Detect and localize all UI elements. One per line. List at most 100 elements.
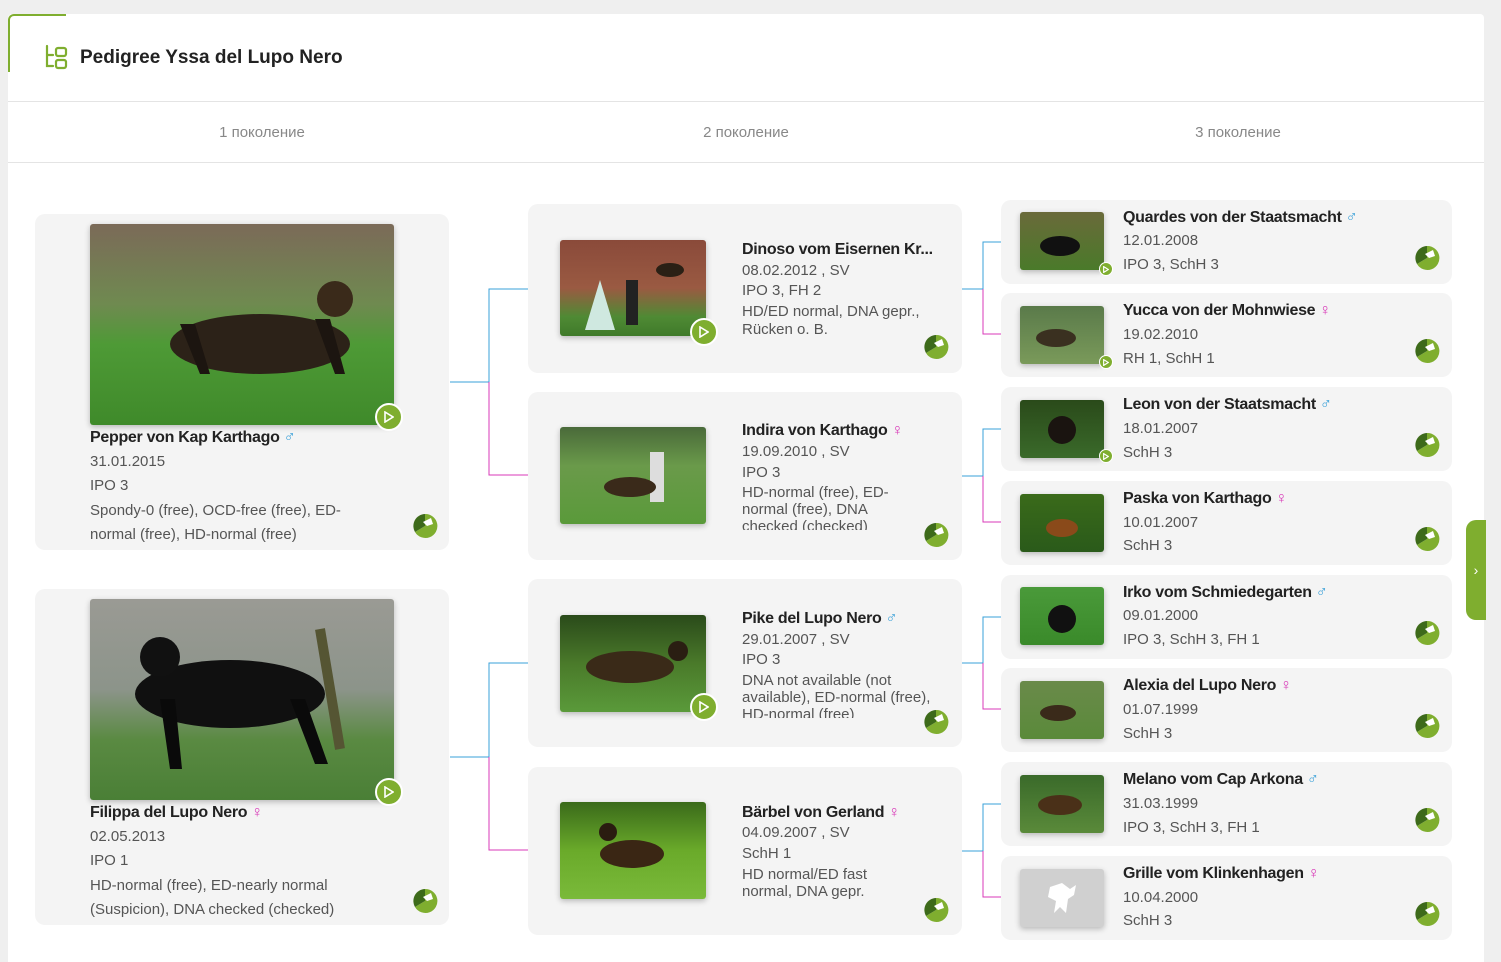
dog-health: Spondy-0 (free), OCD-free (free), ED-nor… [90, 502, 341, 543]
side-panel-toggle[interactable]: › [1466, 520, 1486, 620]
female-icon: ♀ [1307, 865, 1320, 882]
breed-database-icon[interactable] [411, 512, 439, 540]
breed-database-icon[interactable] [922, 708, 950, 736]
dog-health: HD-normal (free), ED-nearly normal (Susp… [90, 877, 335, 918]
gen3-card-6[interactable]: Alexia del Lupo Nero ♀ 01.07.1999 SchH 3 [1001, 668, 1452, 752]
female-icon: ♀ [251, 804, 263, 821]
dog-health: HD/ED normal, DNA gepr., Rücken o. B. [742, 303, 920, 338]
dog-photo[interactable] [90, 599, 394, 800]
female-icon: ♀ [1319, 302, 1331, 319]
dog-photo[interactable] [1020, 494, 1104, 552]
play-video-icon[interactable] [1099, 449, 1113, 463]
breed-database-icon[interactable] [1413, 806, 1441, 834]
gen3-card-5[interactable]: Irko vom Schmiedegarten ♂ 09.01.2000 IPO … [1001, 575, 1452, 659]
dog-photo[interactable] [560, 802, 706, 899]
dog-photo[interactable] [1020, 400, 1104, 458]
breed-database-icon[interactable] [1413, 619, 1441, 647]
male-icon: ♂ [1345, 209, 1358, 226]
dog-photo[interactable] [1020, 212, 1104, 270]
play-video-icon[interactable] [690, 318, 718, 346]
dog-titles: SchH 3 [1123, 912, 1173, 929]
dog-titles: IPO 3 [742, 464, 781, 481]
dog-titles: IPO 1 [90, 852, 129, 869]
breed-database-icon[interactable] [1413, 337, 1441, 365]
breed-database-icon[interactable] [1413, 900, 1441, 928]
dog-photo[interactable] [90, 224, 394, 425]
dog-birthdate: 31.01.2015 [90, 453, 166, 470]
male-icon: ♂ [283, 429, 296, 446]
dog-photo[interactable] [1020, 306, 1104, 364]
placeholder-dog-icon[interactable] [1020, 869, 1104, 927]
gen1-card-dam[interactable]: Filippa del Lupo Nero ♀ 02.05.2013 IPO 1 … [35, 589, 449, 925]
breed-database-icon[interactable] [411, 887, 439, 915]
dog-name[interactable]: Indira von Karthago ♀ [742, 422, 903, 440]
gen1-card-sire[interactable]: Pepper von Kap Karthago ♂ 31.01.2015 IPO … [35, 214, 449, 550]
play-video-icon[interactable] [690, 693, 718, 721]
dog-birthdate: 19.02.2010 [1123, 326, 1199, 343]
gen2-card-3[interactable]: Pike del Lupo Nero ♂ 29.01.2007 , SV IPO … [528, 579, 962, 747]
male-icon: ♂ [1319, 396, 1332, 413]
dog-titles: SchH 3 [1123, 725, 1173, 742]
dog-birthdate: 31.03.1999 [1123, 795, 1199, 812]
breed-database-icon[interactable] [1413, 712, 1441, 740]
gen3-card-7[interactable]: Melano vom Cap Arkona ♂ 31.03.1999 IPO 3,… [1001, 762, 1452, 846]
gen3-card-2[interactable]: Yucca von der Mohnwiese ♀ 19.02.2010 RH 1… [1001, 293, 1452, 377]
gen2-card-4[interactable]: Bärbel von Gerland ♀ 04.09.2007 , SV SchH… [528, 767, 962, 935]
dog-name[interactable]: Leon von der Staatsmacht ♂ [1123, 396, 1332, 414]
breed-database-icon[interactable] [922, 333, 950, 361]
dog-titles: IPO 3 [742, 651, 781, 668]
gen3-card-4[interactable]: Paska von Karthago ♀ 10.01.2007 SchH 3 [1001, 481, 1452, 565]
gen2-card-2[interactable]: Indira von Karthago ♀ 19.09.2010 , SV IPO… [528, 392, 962, 560]
dog-name[interactable]: Alexia del Lupo Nero ♀ [1123, 677, 1292, 695]
dog-name[interactable]: Paska von Karthago ♀ [1123, 490, 1287, 508]
dog-birthdate: 02.05.2013 [90, 828, 166, 845]
dog-photo[interactable] [560, 240, 706, 336]
dog-birthdate: 01.07.1999 [1123, 701, 1199, 718]
dog-name[interactable]: Bärbel von Gerland ♀ [742, 804, 900, 822]
dog-photo[interactable] [560, 615, 706, 712]
play-video-icon[interactable] [375, 778, 403, 806]
breed-database-icon[interactable] [922, 896, 950, 924]
dog-name[interactable]: Pike del Lupo Nero ♂ [742, 610, 898, 628]
dog-name[interactable]: Grille vom Klinkenhagen ♀ [1123, 865, 1320, 883]
male-icon: ♂ [885, 610, 898, 627]
gen2-card-1[interactable]: Dinoso vom Eisernen Kr... 08.02.2012 , S… [528, 204, 962, 373]
dog-name[interactable]: Yucca von der Mohnwiese ♀ [1123, 302, 1331, 320]
dog-photo[interactable] [560, 427, 706, 524]
dog-birthdate: 10.01.2007 [1123, 514, 1199, 531]
play-video-icon[interactable] [375, 403, 403, 431]
play-video-icon[interactable] [1099, 262, 1113, 276]
dog-titles: SchH 1 [742, 845, 792, 862]
breed-database-icon[interactable] [1413, 431, 1441, 459]
dog-titles: SchH 3 [1123, 537, 1173, 554]
dog-name[interactable]: Irko vom Schmiedegarten ♂ [1123, 584, 1328, 602]
dog-birthdate: 08.02.2012 , SV [742, 262, 850, 279]
dog-birthdate: 10.04.2000 [1123, 889, 1199, 906]
dog-titles: SchH 3 [1123, 444, 1173, 461]
gen3-card-1[interactable]: Quardes von der Staatsmacht ♂ 12.01.2008 … [1001, 200, 1452, 284]
dog-photo[interactable] [1020, 775, 1104, 833]
dog-name[interactable]: Quardes von der Staatsmacht ♂ [1123, 209, 1358, 227]
male-icon: ♂ [1315, 584, 1328, 601]
breed-database-icon[interactable] [922, 521, 950, 549]
dog-birthdate: 29.01.2007 , SV [742, 631, 850, 648]
male-icon: ♂ [1306, 771, 1319, 788]
dog-name[interactable]: Filippa del Lupo Nero ♀ [90, 804, 263, 822]
dog-name[interactable]: Dinoso vom Eisernen Kr... [742, 241, 933, 259]
dog-titles: IPO 3, SchH 3, FH 1 [1123, 631, 1260, 648]
dog-titles: IPO 3, SchH 3 [1123, 256, 1219, 273]
dog-name[interactable]: Pepper von Kap Karthago ♂ [90, 429, 296, 447]
dog-titles: RH 1, SchH 1 [1123, 350, 1215, 367]
gen3-card-8[interactable]: Grille vom Klinkenhagen ♀ 10.04.2000 SchH… [1001, 856, 1452, 940]
dog-photo[interactable] [1020, 681, 1104, 739]
dog-titles: IPO 3, SchH 3, FH 1 [1123, 819, 1260, 836]
breed-database-icon[interactable] [1413, 525, 1441, 553]
breed-database-icon[interactable] [1413, 244, 1441, 272]
dog-titles: IPO 3 [90, 477, 129, 494]
dog-birthdate: 19.09.2010 , SV [742, 443, 850, 460]
dog-name[interactable]: Melano vom Cap Arkona ♂ [1123, 771, 1319, 789]
dog-photo[interactable] [1020, 587, 1104, 645]
play-video-icon[interactable] [1099, 355, 1113, 369]
dog-health: HD-normal (free), ED-normal (free), DNA … [742, 484, 889, 530]
gen3-card-3[interactable]: Leon von der Staatsmacht ♂ 18.01.2007 Sch… [1001, 387, 1452, 471]
